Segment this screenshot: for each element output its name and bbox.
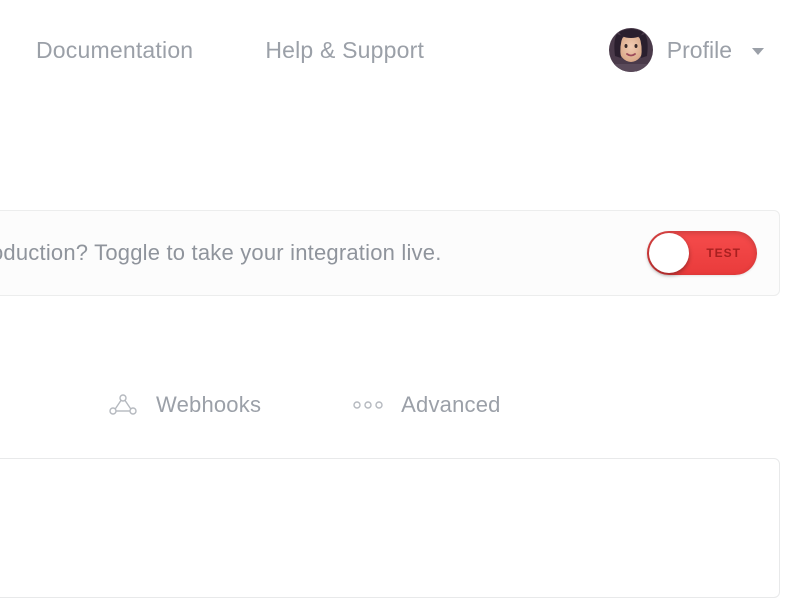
profile-dropdown[interactable]: Profile [609,28,764,72]
avatar [609,28,653,72]
test-live-toggle[interactable]: TEST [647,231,757,275]
tab-advanced[interactable]: Advanced [353,392,500,418]
top-nav: Documentation Help & Support [0,0,800,100]
tab-webhooks[interactable]: Webhooks [108,392,261,418]
tab-advanced-label: Advanced [401,392,500,418]
chevron-down-icon [752,48,764,55]
tab-webhooks-label: Webhooks [156,392,261,418]
integration-banner: oduction? Toggle to take your integratio… [0,210,780,296]
nav-documentation[interactable]: Documentation [36,37,193,64]
content-panel [0,458,780,598]
webhooks-icon [108,393,138,417]
toggle-label: TEST [706,246,741,260]
banner-text: oduction? Toggle to take your integratio… [0,240,442,266]
tabs-row: Webhooks Advanced [108,392,800,418]
toggle-knob [649,233,689,273]
more-dots-icon [353,401,383,409]
profile-label: Profile [667,37,732,64]
nav-help-support[interactable]: Help & Support [265,37,424,64]
